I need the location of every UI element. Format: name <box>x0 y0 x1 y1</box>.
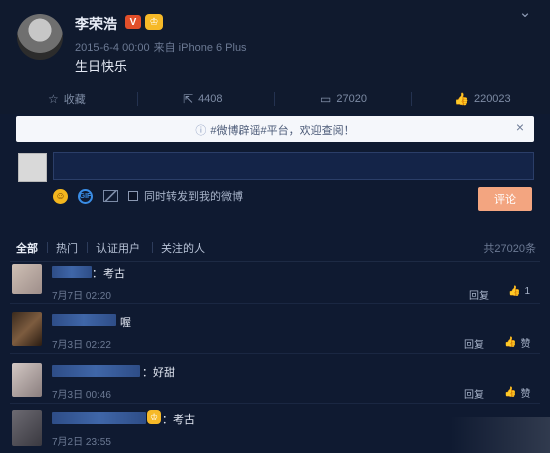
favorite-label: 收藏 <box>63 94 86 106</box>
comment-like-button[interactable]: 👍 1 <box>508 286 530 297</box>
filter-hot[interactable]: 热门 <box>56 240 78 256</box>
comment-text: ：考古 <box>162 414 195 426</box>
like-button[interactable]: 👍 220023 <box>454 88 511 110</box>
thumbs-up-icon: 👍 <box>504 337 517 348</box>
comment-count: 27020 <box>336 93 367 105</box>
notice-text[interactable]: #微博辟谣#平台，欢迎查阅！ <box>210 125 354 137</box>
filter-following[interactable]: 关注的人 <box>161 240 205 256</box>
comment-like-button[interactable]: 👍 赞 <box>504 335 530 350</box>
comment-total: 共27020条 <box>483 243 536 255</box>
comment-time: 7月3日 00:46 <box>52 390 111 401</box>
post-meta: 2015-6-4 00:00 来自 iPhone 6 Plus <box>75 39 247 55</box>
comment-icon: ▭ <box>320 92 332 106</box>
comment-text: 喔 <box>120 317 131 329</box>
comment-time: 7月3日 02:22 <box>52 340 111 351</box>
gif-icon[interactable]: GIF <box>78 188 93 204</box>
reply-button[interactable]: 回复 <box>469 287 489 302</box>
post-source: 来自 iPhone 6 Plus <box>153 42 247 54</box>
comment-text: ：好甜 <box>142 367 175 379</box>
reply-button[interactable]: 回复 <box>464 336 484 351</box>
commenter-name-redacted[interactable] <box>52 314 116 326</box>
share-count: 4408 <box>198 93 223 105</box>
comment-like-button[interactable]: 👍 赞 <box>504 385 530 400</box>
comment-filters: 全部 热门 认证用户 关注的人 共27020条 <box>16 240 536 256</box>
comment-button[interactable]: ▭ 27020 <box>320 88 367 110</box>
comment-divider <box>10 403 540 404</box>
comment-like-label: 赞 <box>520 339 531 350</box>
author-avatar[interactable] <box>17 14 63 60</box>
section-divider <box>10 261 540 262</box>
emoji-icon[interactable]: ☺ <box>53 188 68 204</box>
share-button[interactable]: ⇱ 4408 <box>183 88 223 110</box>
post-text: 生日快乐 <box>75 59 128 74</box>
commenter-avatar[interactable] <box>12 410 42 446</box>
post-action-bar: ☆ 收藏 ⇱ 4408 ▭ 27020 👍 220023 <box>0 88 550 110</box>
commenter-name-redacted[interactable] <box>52 365 140 377</box>
repost-label[interactable]: 同时转发到我的微博 <box>144 188 243 204</box>
share-icon: ⇱ <box>183 92 194 106</box>
commenter-name-redacted[interactable] <box>52 412 146 424</box>
verified-badge-icon: V <box>125 15 141 29</box>
comment-like-label: 赞 <box>520 389 531 400</box>
thumbs-up-icon: 👍 <box>508 286 521 297</box>
filter-all[interactable]: 全部 <box>16 240 38 256</box>
commenter-name-redacted[interactable] <box>52 266 92 278</box>
comment-divider <box>10 303 540 304</box>
commenter-avatar[interactable] <box>12 363 42 397</box>
commenter-avatar[interactable] <box>12 264 42 294</box>
reply-button[interactable]: 回复 <box>464 386 484 401</box>
image-icon[interactable] <box>103 190 118 202</box>
info-icon: ⓘ <box>195 125 207 137</box>
favorite-button[interactable]: ☆ 收藏 <box>48 88 86 110</box>
filter-verified[interactable]: 认证用户 <box>96 240 140 256</box>
watermark <box>450 417 550 453</box>
comment-text: ：考古 <box>92 268 125 280</box>
comment-time: 7月2日 23:55 <box>52 437 111 448</box>
thumbs-up-icon: 👍 <box>504 387 517 398</box>
comment-input[interactable] <box>53 152 534 180</box>
close-icon[interactable]: × <box>516 119 524 135</box>
comment-like-count: 1 <box>524 286 531 297</box>
crown-badge-icon: ♔ <box>145 14 163 30</box>
crown-badge-icon: ♔ <box>147 410 161 424</box>
author-name[interactable]: 李荣浩 <box>75 14 117 34</box>
like-count: 220023 <box>473 93 511 105</box>
thumbs-up-icon: 👍 <box>454 92 469 106</box>
rumor-notice-bar: ⓘ #微博辟谣#平台，欢迎查阅！ × <box>16 116 534 142</box>
comment-time: 7月7日 02:20 <box>52 291 111 302</box>
collapse-chevron-icon[interactable]: ⌄ <box>516 4 534 22</box>
star-icon: ☆ <box>48 92 59 106</box>
repost-checkbox[interactable] <box>128 191 138 201</box>
current-user-avatar <box>18 153 47 182</box>
commenter-avatar[interactable] <box>12 312 42 346</box>
submit-comment-button[interactable]: 评论 <box>478 187 532 211</box>
post-time[interactable]: 2015-6-4 00:00 <box>75 42 150 54</box>
composer-toolbar: ☺ GIF 同时转发到我的微博 <box>53 187 243 205</box>
comment-divider <box>10 353 540 354</box>
